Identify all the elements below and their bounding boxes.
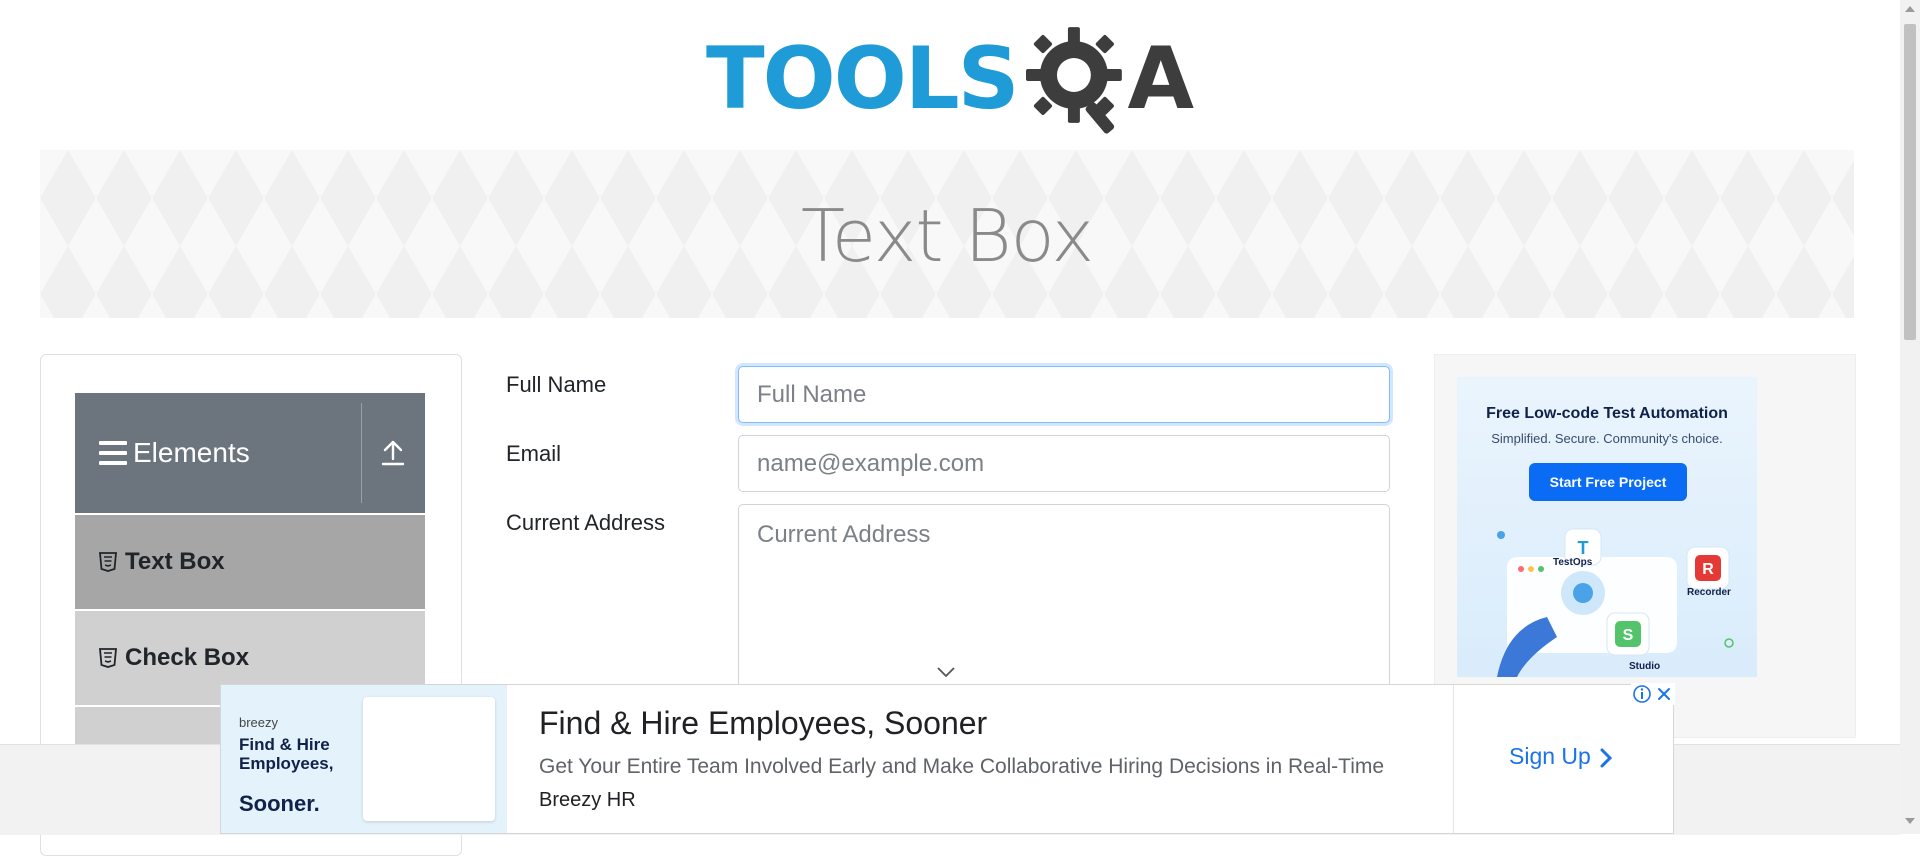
- chevron-down-icon: [937, 667, 955, 678]
- ad-tile-testops: TestOps: [1553, 557, 1593, 568]
- ad-bottom-banner[interactable]: breezy Find & Hire Employees, Sooner. Fi…: [220, 683, 1675, 834]
- ad-advertiser: Breezy HR: [539, 789, 636, 811]
- menu-icon: [99, 441, 127, 465]
- logo-text-a: A: [1127, 29, 1194, 129]
- page-scrollbar[interactable]: [1900, 0, 1920, 834]
- html5-icon: [99, 648, 117, 668]
- sidebar-item-text-box[interactable]: Text Box: [75, 515, 425, 609]
- sidebar-group-elements[interactable]: Elements: [75, 393, 425, 513]
- ad-info-icon[interactable]: [1631, 683, 1653, 705]
- ad-subline: Simplified. Secure. Community's choice.: [1491, 431, 1723, 446]
- divider: [361, 403, 362, 503]
- email-input[interactable]: [738, 435, 1390, 492]
- page-title: Text Box: [800, 194, 1094, 278]
- toolsqa-logo[interactable]: TOOLS A: [706, 20, 1194, 138]
- logo-text-tools: TOOLS: [706, 29, 1020, 129]
- chevron-right-icon[interactable]: [1599, 747, 1613, 769]
- current-address-label: Current Address: [506, 510, 665, 535]
- ad-close-icon[interactable]: [1653, 683, 1675, 705]
- sidebar-item-label: Text Box: [125, 548, 225, 575]
- divider: [1453, 685, 1454, 833]
- sidebar-group-title: Elements: [133, 437, 250, 468]
- sidebar-item-label: Check Box: [125, 644, 250, 671]
- scrollbar-thumb[interactable]: [1904, 24, 1916, 340]
- svg-text:R: R: [1702, 561, 1714, 578]
- start-free-project-button[interactable]: Start Free Project: [1529, 463, 1687, 501]
- katalon-ad[interactable]: Free Low-code Test Automation Simplified…: [1457, 377, 1757, 677]
- collapse-up-icon[interactable]: [381, 439, 405, 467]
- ad-tile-studio: Studio: [1629, 661, 1661, 672]
- ad-brand: breezy: [239, 715, 279, 730]
- ad-right: Free Low-code Test Automation Simplified…: [1434, 354, 1856, 738]
- sign-up-link[interactable]: Sign Up: [1509, 743, 1591, 770]
- ad-headline[interactable]: Find & Hire Employees, Sooner: [539, 705, 987, 742]
- page-banner: Text Box: [40, 150, 1854, 318]
- ad-tagline-emphasis: Sooner.: [239, 791, 320, 816]
- current-address-textarea[interactable]: [738, 504, 1390, 694]
- scroll-up-arrow-icon[interactable]: [1905, 6, 1915, 12]
- ad-thumbnail[interactable]: breezy Find & Hire Employees, Sooner.: [221, 685, 507, 833]
- html5-icon: [99, 552, 117, 572]
- full-name-input[interactable]: [738, 366, 1390, 423]
- scroll-down-arrow-icon[interactable]: [1905, 818, 1915, 824]
- ad-cards-illustration: [363, 697, 495, 821]
- gear-magnifier-icon: [1025, 27, 1122, 134]
- ad-headline: Free Low-code Test Automation: [1486, 405, 1728, 422]
- ad-tagline: Find & Hire Employees,: [239, 735, 334, 773]
- ad-description: Get Your Entire Team Involved Early and …: [539, 755, 1385, 778]
- svg-text:T: T: [1578, 538, 1589, 558]
- email-label: Email: [506, 441, 562, 466]
- full-name-label: Full Name: [506, 372, 607, 397]
- ad-tile-recorder: Recorder: [1687, 587, 1731, 598]
- svg-text:S: S: [1623, 627, 1634, 644]
